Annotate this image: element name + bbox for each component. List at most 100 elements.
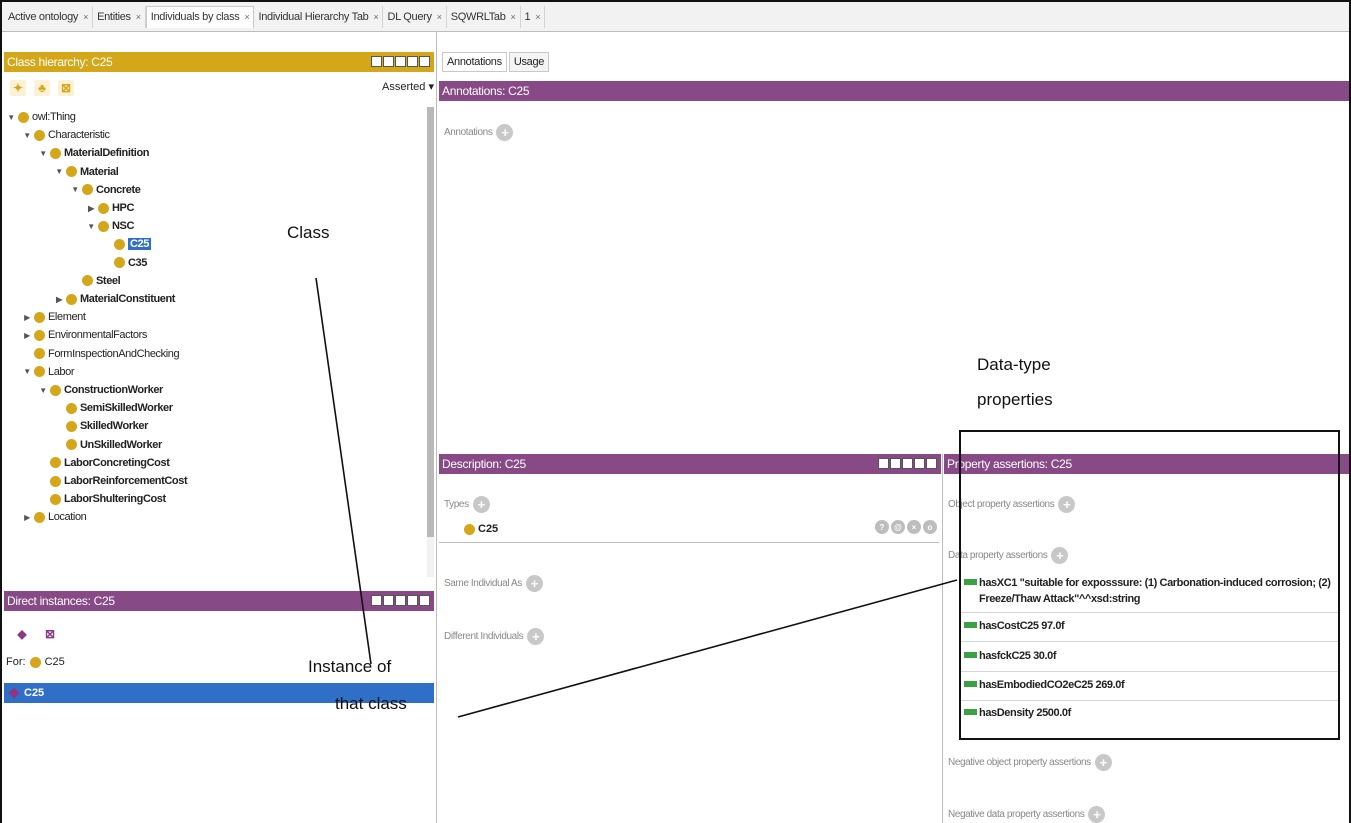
expand-toggle-icon[interactable]: ▶ — [22, 331, 32, 340]
explain-icon[interactable]: ? — [875, 520, 889, 534]
info-icon[interactable] — [383, 595, 394, 606]
expand-toggle-icon[interactable]: ▼ — [70, 185, 80, 194]
tree-node[interactable]: ▶ Element — [22, 308, 86, 326]
minimize-icon[interactable] — [395, 595, 406, 606]
float-icon[interactable] — [914, 458, 925, 469]
instances-toolbar: ◆ ⊠ — [14, 626, 58, 642]
tree-node[interactable]: ▶ MaterialConstituent — [54, 290, 175, 308]
tree-node[interactable]: ▶ HPC — [86, 199, 134, 217]
tree-node[interactable]: ▼ Material — [54, 163, 119, 181]
tree-node[interactable]: ▼ MaterialDefinition — [38, 144, 149, 162]
tree-node[interactable]: C25 — [102, 235, 151, 253]
datatype-annotation-line2: properties — [977, 390, 1053, 409]
scrollbar-thumb[interactable] — [427, 107, 434, 537]
expand-toggle-icon[interactable]: ▼ — [86, 222, 96, 231]
add-subclass-icon[interactable]: ✦ — [10, 80, 26, 96]
class-icon — [34, 329, 45, 341]
help-icon[interactable] — [371, 595, 382, 606]
tree-node[interactable]: LaborShulteringCost — [38, 490, 166, 508]
tab-2[interactable]: Individuals by class × — [145, 5, 255, 28]
tab-close-icon[interactable]: × — [437, 12, 442, 22]
add-individual-icon[interactable]: ◆ — [14, 626, 30, 642]
info-icon[interactable] — [383, 56, 394, 67]
tab-label: Active ontology — [8, 10, 79, 23]
float-icon[interactable] — [407, 595, 418, 606]
expand-toggle-icon[interactable]: ▶ — [54, 295, 64, 304]
direct-instances-header: Direct instances: C25 — [4, 591, 434, 611]
tab-close-icon[interactable]: × — [511, 12, 516, 22]
tab-6[interactable]: 1 × — [521, 5, 546, 28]
float-icon[interactable] — [407, 56, 418, 67]
same-individual-label: Same Individual As — [444, 578, 522, 589]
class-icon — [66, 439, 77, 451]
tab-annotations[interactable]: Annotations — [442, 52, 507, 72]
annotations-header: Annotations: C25 — [439, 81, 1349, 101]
add-negative-data-property-icon[interactable]: + — [1088, 806, 1106, 823]
tab-close-icon[interactable]: × — [535, 12, 540, 22]
tree-node[interactable]: FormInspectionAndChecking — [22, 345, 180, 363]
expand-toggle-icon[interactable]: ▶ — [86, 204, 96, 213]
tree-node[interactable]: SemiSkilledWorker — [54, 399, 173, 417]
expand-toggle-icon[interactable]: ▼ — [6, 113, 16, 122]
add-annotation-icon[interactable]: + — [496, 124, 514, 141]
tab-0[interactable]: Active ontology × — [4, 5, 94, 28]
asserted-dropdown[interactable]: Asserted ▾ — [382, 80, 434, 93]
tree-node[interactable]: Steel — [70, 272, 121, 290]
tree-node[interactable]: ▼ Concrete — [70, 181, 141, 199]
type-row[interactable]: C25 — [464, 523, 498, 535]
datatype-annotation-line1: Data-type — [977, 355, 1051, 374]
close-icon[interactable] — [419, 595, 430, 606]
expand-toggle-icon[interactable]: ▶ — [22, 513, 32, 522]
expand-toggle-icon[interactable]: ▼ — [38, 149, 48, 158]
tree-node[interactable]: ▼ ConstructionWorker — [38, 381, 163, 399]
tab-usage[interactable]: Usage — [508, 52, 550, 72]
tree-node[interactable]: C35 — [102, 254, 147, 272]
expand-toggle-icon[interactable]: ▶ — [22, 313, 32, 322]
info-icon[interactable] — [890, 458, 901, 469]
tab-close-icon[interactable]: × — [245, 12, 250, 22]
tree-node[interactable]: SkilledWorker — [54, 417, 148, 435]
tab-close-icon[interactable]: × — [373, 12, 378, 22]
class-icon — [114, 238, 125, 250]
add-sibling-icon[interactable]: ♣ — [34, 80, 50, 96]
tab-3[interactable]: Individual Hierarchy Tab × — [254, 5, 384, 28]
annotate-icon[interactable]: @ — [891, 520, 905, 534]
close-icon[interactable] — [926, 458, 937, 469]
add-negative-object-property-icon[interactable]: + — [1094, 754, 1112, 771]
minimize-icon[interactable] — [902, 458, 913, 469]
tree-node[interactable]: ▶ Location — [22, 508, 87, 526]
close-icon[interactable] — [419, 56, 430, 67]
add-different-individual-icon[interactable]: + — [527, 628, 545, 645]
delete-icon[interactable]: × — [907, 520, 921, 534]
expand-toggle-icon[interactable]: ▼ — [22, 131, 32, 140]
expand-toggle-icon[interactable]: ▼ — [38, 386, 48, 395]
class-hierarchy-title: Class hierarchy: C25 — [7, 55, 113, 69]
tab-close-icon[interactable]: × — [83, 12, 88, 22]
help-icon[interactable] — [878, 458, 889, 469]
tree-node[interactable]: ▼ NSC — [86, 217, 134, 235]
tree-node[interactable]: ▼ owl:Thing — [6, 108, 76, 126]
tree-node[interactable]: LaborReinforcementCost — [38, 472, 188, 490]
tab-close-icon[interactable]: × — [136, 12, 141, 22]
tab-4[interactable]: DL Query × — [383, 5, 447, 28]
delete-class-icon[interactable]: ⊠ — [58, 80, 74, 96]
add-same-individual-icon[interactable]: + — [525, 575, 543, 592]
class-tree-scrollbar[interactable] — [427, 107, 434, 577]
expand-toggle-icon[interactable]: ▼ — [54, 167, 64, 176]
expand-toggle-icon[interactable]: ▼ — [22, 367, 32, 376]
delete-individual-icon[interactable]: ⊠ — [42, 626, 58, 642]
minimize-icon[interactable] — [395, 56, 406, 67]
add-type-icon[interactable]: + — [472, 496, 490, 513]
tree-node[interactable]: LaborConcretingCost — [38, 454, 170, 472]
tree-node[interactable]: UnSkilledWorker — [54, 436, 162, 454]
edit-icon[interactable]: o — [923, 520, 937, 534]
class-icon — [34, 311, 45, 323]
tree-node[interactable]: ▼ Characteristic — [22, 126, 110, 144]
tree-node[interactable]: ▶ EnvironmentalFactors — [22, 326, 147, 344]
class-icon — [29, 656, 41, 668]
tree-node[interactable]: ▼ Labor — [22, 363, 74, 381]
type-row-buttons: ? @ × o — [875, 520, 937, 534]
tab-5[interactable]: SQWRLTab × — [447, 5, 521, 28]
help-icon[interactable] — [371, 56, 382, 67]
tab-1[interactable]: Entities × — [93, 5, 146, 28]
